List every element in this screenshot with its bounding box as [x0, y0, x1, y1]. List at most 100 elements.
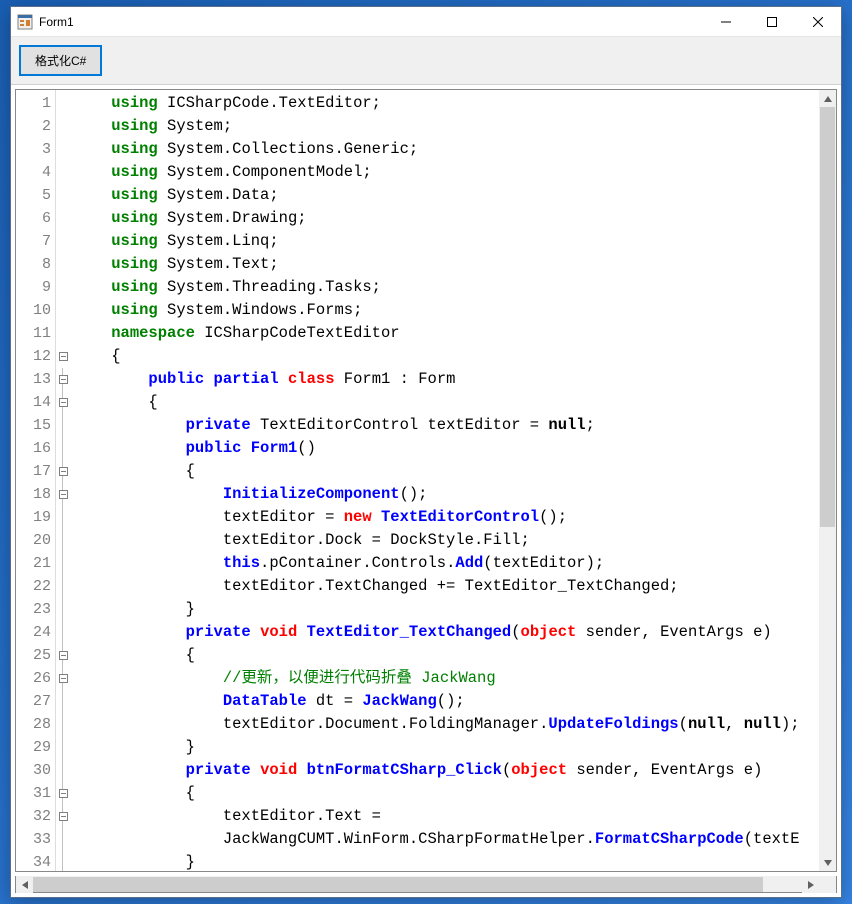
code-line[interactable]: JackWangCUMT.WinForm.CSharpFormatHelper.…	[74, 828, 819, 851]
scroll-down-arrow[interactable]	[819, 854, 836, 871]
fold-column[interactable]	[56, 90, 70, 871]
fold-marker	[56, 92, 70, 115]
line-number: 7	[16, 230, 55, 253]
code-line[interactable]: using System.Data;	[74, 184, 819, 207]
line-number: 19	[16, 506, 55, 529]
line-number: 33	[16, 828, 55, 851]
code-line[interactable]: using System.Windows.Forms;	[74, 299, 819, 322]
line-number: 31	[16, 782, 55, 805]
fold-marker	[56, 437, 70, 460]
code-line[interactable]: private TextEditorControl textEditor = n…	[74, 414, 819, 437]
vertical-scroll-thumb[interactable]	[820, 107, 835, 527]
scroll-right-arrow[interactable]	[802, 876, 819, 893]
code-line[interactable]: using System.ComponentModel;	[74, 161, 819, 184]
fold-marker	[56, 759, 70, 782]
code-line[interactable]: }	[74, 598, 819, 621]
code-line[interactable]: }	[74, 736, 819, 759]
line-number: 10	[16, 299, 55, 322]
app-window: Form1 格式化C# 1234567891011121314151617181…	[10, 6, 842, 898]
code-line[interactable]: //更新，以便进行代码折叠 JackWang	[74, 667, 819, 690]
fold-marker[interactable]	[56, 391, 70, 414]
scrollbar-corner	[819, 876, 836, 893]
line-number: 18	[16, 483, 55, 506]
code-line[interactable]: }	[74, 851, 819, 871]
code-line[interactable]: private void btnFormatCSharp_Click(objec…	[74, 759, 819, 782]
fold-marker	[56, 299, 70, 322]
titlebar[interactable]: Form1	[11, 7, 841, 37]
fold-marker	[56, 253, 70, 276]
vertical-scrollbar[interactable]	[819, 90, 836, 871]
code-area[interactable]: using ICSharpCode.TextEditor; using Syst…	[70, 90, 819, 871]
code-line[interactable]: DataTable dt = JackWang();	[74, 690, 819, 713]
code-editor[interactable]: 1234567891011121314151617181920212223242…	[15, 89, 837, 872]
fold-marker[interactable]	[56, 782, 70, 805]
fold-marker	[56, 828, 70, 851]
code-line[interactable]: InitializeComponent();	[74, 483, 819, 506]
line-number: 3	[16, 138, 55, 161]
fold-marker[interactable]	[56, 345, 70, 368]
code-line[interactable]: private void TextEditor_TextChanged(obje…	[74, 621, 819, 644]
fold-marker	[56, 713, 70, 736]
fold-marker[interactable]	[56, 460, 70, 483]
line-number: 2	[16, 115, 55, 138]
code-line[interactable]: public partial class Form1 : Form	[74, 368, 819, 391]
app-icon	[17, 14, 33, 30]
line-number: 24	[16, 621, 55, 644]
fold-marker	[56, 736, 70, 759]
code-line[interactable]: using ICSharpCode.TextEditor;	[74, 92, 819, 115]
line-number: 1	[16, 92, 55, 115]
maximize-button[interactable]	[749, 7, 795, 37]
fold-marker	[56, 690, 70, 713]
horizontal-scroll-thumb[interactable]	[33, 877, 763, 892]
fold-marker	[56, 529, 70, 552]
line-number: 6	[16, 207, 55, 230]
fold-marker	[56, 851, 70, 872]
fold-marker[interactable]	[56, 805, 70, 828]
line-number: 22	[16, 575, 55, 598]
close-button[interactable]	[795, 7, 841, 37]
code-line[interactable]: public Form1()	[74, 437, 819, 460]
code-line[interactable]: {	[74, 345, 819, 368]
code-line[interactable]: {	[74, 782, 819, 805]
fold-marker	[56, 230, 70, 253]
format-csharp-button[interactable]: 格式化C#	[19, 45, 102, 76]
line-number: 12	[16, 345, 55, 368]
line-number: 8	[16, 253, 55, 276]
scroll-left-arrow[interactable]	[16, 876, 33, 893]
code-line[interactable]: {	[74, 391, 819, 414]
fold-marker[interactable]	[56, 483, 70, 506]
code-line[interactable]: using System;	[74, 115, 819, 138]
fold-marker	[56, 414, 70, 437]
code-line[interactable]: textEditor = new TextEditorControl();	[74, 506, 819, 529]
code-line[interactable]: using System.Collections.Generic;	[74, 138, 819, 161]
code-line[interactable]: textEditor.Document.FoldingManager.Updat…	[74, 713, 819, 736]
line-number: 14	[16, 391, 55, 414]
line-number: 5	[16, 184, 55, 207]
code-line[interactable]: textEditor.Dock = DockStyle.Fill;	[74, 529, 819, 552]
code-line[interactable]: {	[74, 460, 819, 483]
line-number: 23	[16, 598, 55, 621]
code-line[interactable]: namespace ICSharpCodeTextEditor	[74, 322, 819, 345]
code-line[interactable]: using System.Text;	[74, 253, 819, 276]
fold-marker[interactable]	[56, 644, 70, 667]
line-number: 13	[16, 368, 55, 391]
code-line[interactable]: {	[74, 644, 819, 667]
line-number: 20	[16, 529, 55, 552]
fold-marker	[56, 621, 70, 644]
code-line[interactable]: using System.Threading.Tasks;	[74, 276, 819, 299]
fold-marker	[56, 552, 70, 575]
fold-marker	[56, 598, 70, 621]
code-line[interactable]: textEditor.Text =	[74, 805, 819, 828]
code-line[interactable]: using System.Linq;	[74, 230, 819, 253]
code-line[interactable]: using System.Drawing;	[74, 207, 819, 230]
fold-marker[interactable]	[56, 368, 70, 391]
minimize-button[interactable]	[703, 7, 749, 37]
scroll-up-arrow[interactable]	[819, 90, 836, 107]
code-line[interactable]: textEditor.TextChanged += TextEditor_Tex…	[74, 575, 819, 598]
line-number: 34	[16, 851, 55, 872]
fold-marker[interactable]	[56, 667, 70, 690]
horizontal-scrollbar[interactable]	[15, 876, 837, 893]
code-line[interactable]: this.pContainer.Controls.Add(textEditor)…	[74, 552, 819, 575]
line-number-gutter: 1234567891011121314151617181920212223242…	[16, 90, 56, 871]
fold-marker	[56, 138, 70, 161]
